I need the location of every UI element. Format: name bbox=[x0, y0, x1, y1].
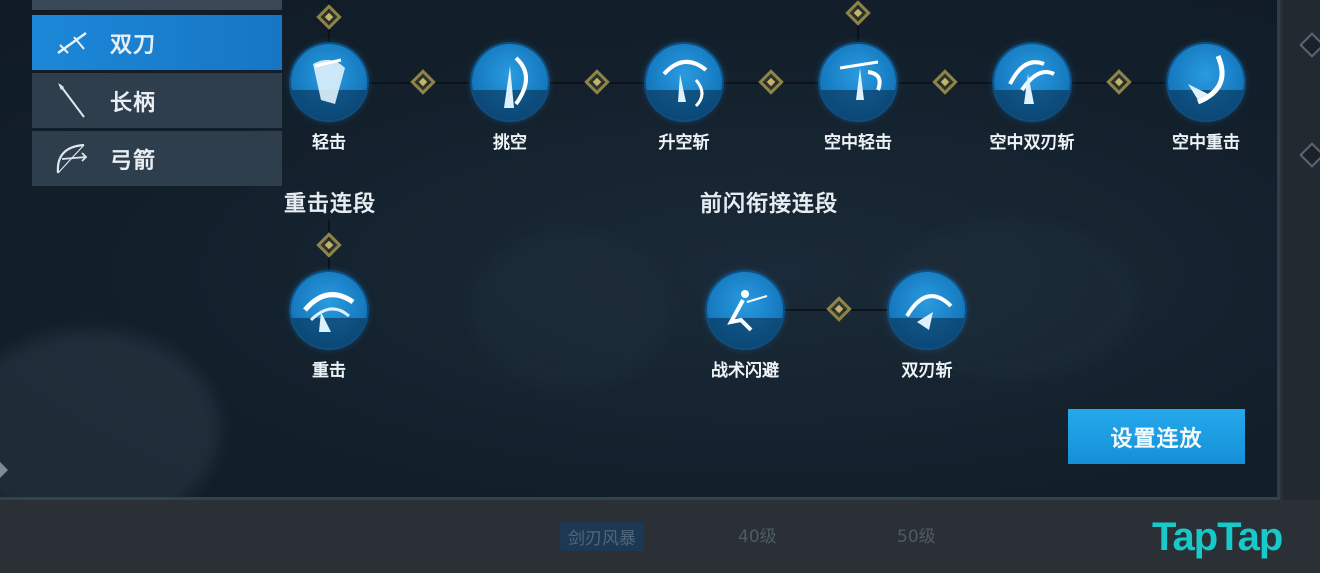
combo-link-diamond bbox=[758, 69, 784, 95]
left-arrow-icon[interactable] bbox=[0, 462, 8, 478]
combo-panel: 双刀 长柄 弓箭 轻击 挑空 升空斩 空中轻击 空中双刃斩 空中重击 重击连段 … bbox=[0, 0, 1280, 500]
polearm-icon bbox=[58, 82, 85, 118]
dual-blade-icon bbox=[57, 31, 87, 54]
combo-link-diamond bbox=[845, 0, 871, 26]
skill-light-attack[interactable]: 轻击 bbox=[259, 44, 399, 153]
weapon-tab-partial[interactable] bbox=[32, 0, 282, 10]
skill-air-light-attack[interactable]: 空中轻击 bbox=[788, 44, 928, 153]
skill-launch[interactable]: 挑空 bbox=[440, 44, 580, 153]
skill-dual-blade-slash[interactable]: 双刃斩 bbox=[857, 272, 997, 381]
skill-label: 升空斩 bbox=[658, 133, 710, 153]
skill-label: 空中重击 bbox=[1172, 133, 1240, 153]
air-heavy-attack-icon bbox=[1168, 44, 1244, 120]
bottom-bar bbox=[0, 500, 1320, 573]
combo-link-diamond bbox=[932, 69, 958, 95]
background-decoration bbox=[0, 330, 220, 497]
weapon-tab-label: 长柄 bbox=[110, 90, 157, 116]
skill-label: 轻击 bbox=[312, 133, 346, 153]
dual-blade-slash-icon bbox=[889, 272, 965, 348]
tactical-dodge-icon bbox=[707, 272, 783, 348]
skill-air-heavy-attack[interactable]: 空中重击 bbox=[1136, 44, 1276, 153]
dash-combo-title: 前闪衔接连段 bbox=[700, 192, 839, 217]
skill-label: 战术闪避 bbox=[711, 361, 779, 381]
combo-link-diamond bbox=[410, 69, 436, 95]
skill-label: 重击 bbox=[312, 361, 346, 381]
weapon-tab-label: 双刀 bbox=[110, 32, 157, 58]
skill-rising-slash[interactable]: 升空斩 bbox=[614, 44, 754, 153]
combo-link-diamond bbox=[316, 232, 342, 258]
light-attack-icon bbox=[291, 44, 367, 120]
weapon-tab-bow[interactable]: 弓箭 bbox=[32, 131, 282, 186]
heavy-attack-icon bbox=[291, 272, 367, 348]
bow-icon bbox=[56, 143, 88, 173]
combo-link-diamond bbox=[316, 4, 342, 30]
set-combo-button[interactable]: 设置连放 bbox=[1068, 409, 1245, 464]
bottom-skill-name: 剑刃风暴 bbox=[560, 522, 644, 551]
skill-label: 空中轻击 bbox=[824, 133, 892, 153]
weapon-tab-label: 弓箭 bbox=[110, 148, 157, 174]
skill-label: 空中双刃斩 bbox=[989, 133, 1075, 153]
skill-tactical-dodge[interactable]: 战术闪避 bbox=[675, 272, 815, 381]
heavy-combo-title: 重击连段 bbox=[284, 192, 377, 217]
skill-air-dual-blade-slash[interactable]: 空中双刃斩 bbox=[962, 44, 1102, 153]
bottom-level-label: 40级 bbox=[738, 527, 777, 547]
skill-heavy-attack[interactable]: 重击 bbox=[259, 272, 399, 381]
air-light-attack-icon bbox=[820, 44, 896, 120]
launch-icon bbox=[472, 44, 548, 120]
weapon-tab-dual-blade[interactable]: 双刀 bbox=[32, 15, 282, 70]
combo-link-diamond bbox=[826, 296, 852, 322]
right-edge-strip bbox=[1283, 0, 1320, 500]
air-dual-blade-slash-icon bbox=[994, 44, 1070, 120]
taptap-watermark: TapTap bbox=[1152, 515, 1283, 559]
weapon-tab-polearm[interactable]: 长柄 bbox=[32, 73, 282, 128]
skill-label: 双刃斩 bbox=[901, 361, 953, 381]
rising-slash-icon bbox=[646, 44, 722, 120]
skill-label: 挑空 bbox=[493, 133, 527, 153]
background-decoration bbox=[470, 230, 670, 390]
combo-link-diamond bbox=[584, 69, 610, 95]
combo-link-diamond bbox=[1106, 69, 1132, 95]
bottom-level-label: 50级 bbox=[897, 527, 936, 547]
